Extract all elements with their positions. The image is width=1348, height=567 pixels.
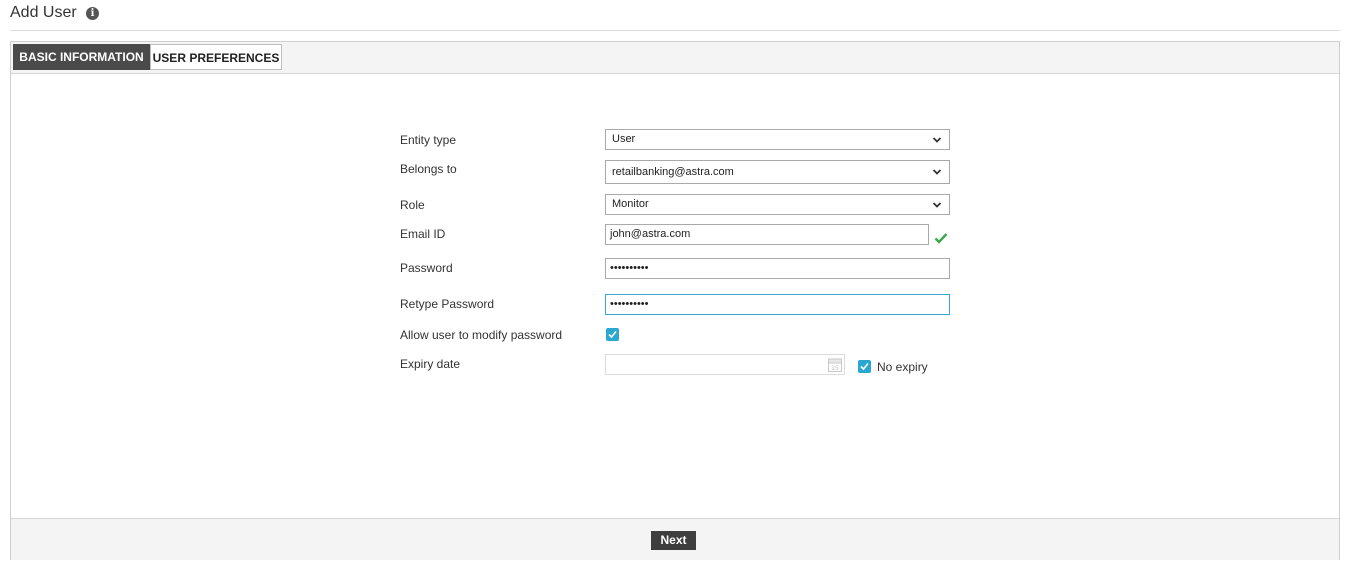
role-value: Monitor: [612, 198, 649, 210]
form-footer: Next: [11, 518, 1339, 560]
retype-password-value: ••••••••••: [610, 298, 649, 310]
tab-user-preferences[interactable]: USER PREFERENCES: [150, 44, 282, 70]
checkmark-icon: [860, 362, 869, 371]
belongs-to-value: retailbanking@astra.com: [612, 166, 734, 178]
role-label: Role: [400, 198, 425, 212]
page-header: Add User i: [10, 0, 1340, 31]
no-expiry-checkbox[interactable]: [858, 360, 871, 373]
chevron-down-icon: [932, 169, 942, 175]
checkmark-icon: [608, 330, 617, 339]
tab-bar: BASIC INFORMATION USER PREFERENCES: [11, 42, 1339, 74]
allow-modify-checkbox[interactable]: [606, 328, 619, 341]
add-user-panel: BASIC INFORMATION USER PREFERENCES Entit…: [10, 41, 1340, 560]
belongs-to-select[interactable]: retailbanking@astra.com: [605, 160, 950, 184]
password-value: ••••••••••: [610, 262, 649, 274]
chevron-down-icon: [932, 136, 942, 143]
retype-password-field[interactable]: ••••••••••: [605, 294, 950, 315]
basic-information-form: Entity type User Belongs to retailbankin…: [11, 74, 1339, 518]
expiry-date-label: Expiry date: [400, 357, 461, 371]
role-select[interactable]: Monitor: [605, 194, 950, 215]
checkmark-icon: [934, 233, 948, 244]
page-title: Add User: [10, 4, 77, 21]
no-expiry-label: No expiry: [877, 360, 928, 374]
password-label: Password: [400, 261, 453, 275]
entity-type-select[interactable]: User: [605, 129, 950, 150]
retype-password-label: Retype Password: [400, 297, 495, 311]
svg-text:15: 15: [831, 365, 839, 372]
calendar-icon[interactable]: 15: [828, 357, 842, 372]
belongs-to-label: Belongs to: [400, 162, 457, 176]
info-icon[interactable]: i: [86, 7, 99, 20]
password-field[interactable]: ••••••••••: [605, 258, 950, 279]
email-field[interactable]: john@astra.com: [605, 224, 929, 245]
chevron-down-icon: [932, 201, 942, 208]
entity-type-label: Entity type: [400, 133, 457, 147]
entity-type-value: User: [612, 133, 636, 145]
expiry-date-input[interactable]: 15: [605, 354, 845, 375]
email-label: Email ID: [400, 227, 446, 241]
next-button[interactable]: Next: [651, 531, 696, 550]
email-value: john@astra.com: [610, 228, 691, 240]
allow-modify-label: Allow user to modify password: [400, 328, 563, 342]
tab-basic-information[interactable]: BASIC INFORMATION: [13, 44, 150, 70]
